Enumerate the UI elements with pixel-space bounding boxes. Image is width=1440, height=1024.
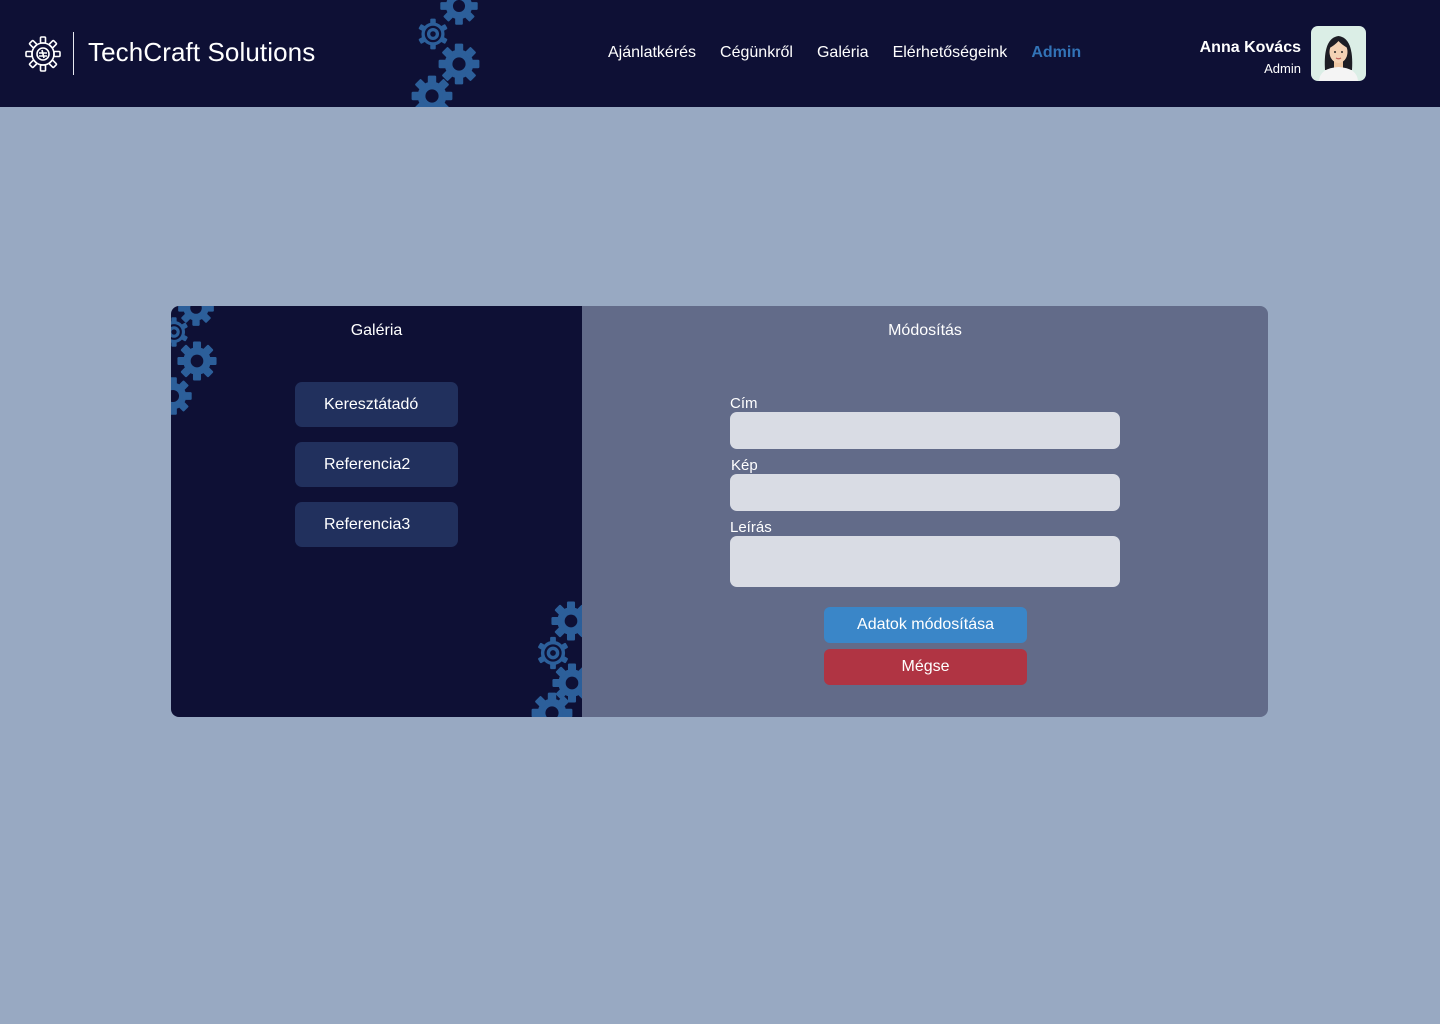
image-field-label: Kép bbox=[731, 457, 758, 474]
gallery-item-referencia3[interactable]: Referencia3 bbox=[295, 502, 458, 547]
top-navigation-bar: TechCraft Solutions Ajánlatkérés Cégünkr… bbox=[0, 0, 1440, 107]
gallery-title: Galéria bbox=[350, 322, 403, 339]
title-field-label: Cím bbox=[730, 395, 758, 412]
nav-item-elerhetosegeink[interactable]: Elérhetőségeink bbox=[893, 44, 1008, 62]
description-field-label: Leírás bbox=[730, 519, 772, 536]
nav-item-cegunkrol[interactable]: Cégünkről bbox=[720, 44, 793, 62]
nav-item-admin[interactable]: Admin bbox=[1031, 44, 1081, 62]
title-input[interactable] bbox=[730, 412, 1120, 449]
gallery-item-referencia2[interactable]: Referencia2 bbox=[295, 442, 458, 487]
nav-item-galeria[interactable]: Galéria bbox=[817, 44, 869, 62]
decorative-gears-icon bbox=[531, 601, 582, 717]
gallery-item-keresztatado[interactable]: Keresztátadó bbox=[295, 382, 458, 427]
image-input[interactable] bbox=[730, 474, 1120, 511]
cancel-button[interactable]: Mégse bbox=[824, 649, 1027, 685]
decorative-gears-icon bbox=[411, 0, 480, 107]
gear-logo-icon[interactable] bbox=[24, 35, 62, 73]
edit-panel: Módosítás Cím Kép Leírás Adatok módosítá… bbox=[582, 306, 1268, 717]
nav-item-ajanlatkeres[interactable]: Ajánlatkérés bbox=[608, 44, 696, 62]
main-nav: Ajánlatkérés Cégünkről Galéria Elérhetős… bbox=[608, 44, 1081, 62]
user-name[interactable]: Anna Kovács bbox=[1200, 39, 1301, 57]
brand-divider bbox=[73, 32, 74, 75]
save-changes-button[interactable]: Adatok módosítása bbox=[824, 607, 1027, 643]
description-textarea[interactable] bbox=[730, 536, 1120, 587]
gallery-panel: Galéria Keresztátadó Referencia2 Referen… bbox=[171, 306, 582, 717]
edit-title: Módosítás bbox=[888, 322, 962, 339]
gallery-list: Keresztátadó Referencia2 Referencia3 bbox=[295, 382, 458, 547]
user-role: Admin bbox=[1264, 61, 1301, 76]
avatar[interactable] bbox=[1311, 26, 1366, 81]
user-avatar-icon bbox=[1319, 36, 1358, 81]
brand-name[interactable]: TechCraft Solutions bbox=[88, 37, 315, 68]
gallery-edit-card: Galéria Keresztátadó Referencia2 Referen… bbox=[171, 306, 1268, 717]
